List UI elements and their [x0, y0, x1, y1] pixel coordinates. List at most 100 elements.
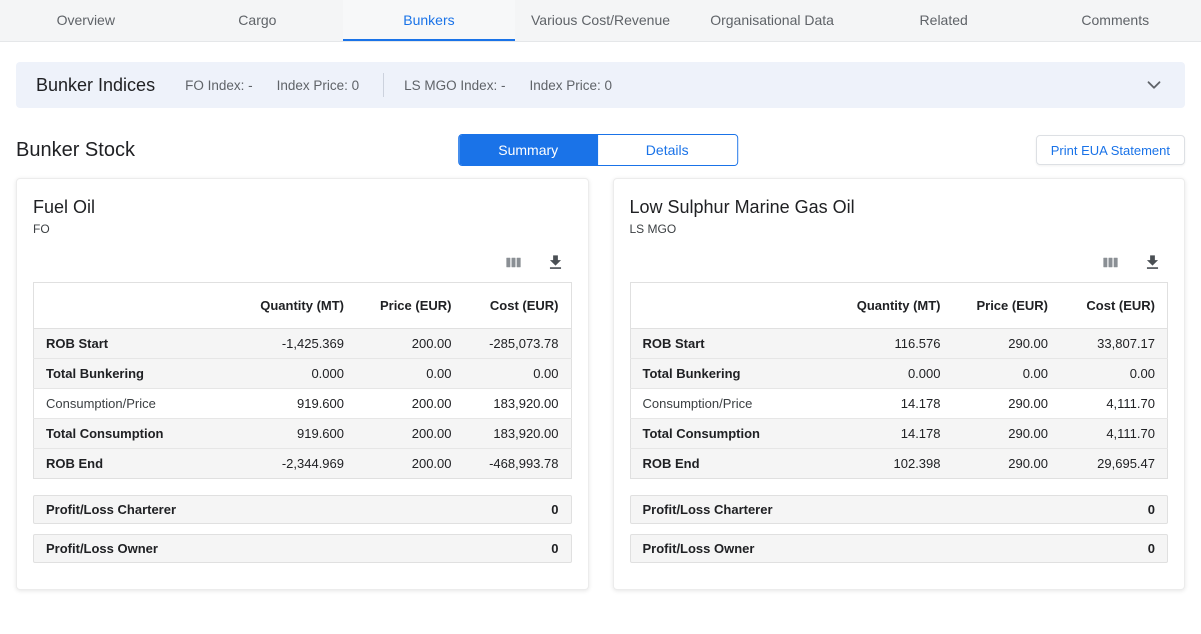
row-quantity: 102.398	[802, 449, 953, 479]
profit-loss-label: Profit/Loss Owner	[643, 541, 755, 556]
profit-loss-value: 0	[1148, 502, 1155, 517]
bunker-indices-panel: Bunker Indices FO Index: - Index Price: …	[16, 62, 1185, 108]
tab-organisational-data[interactable]: Organisational Data	[686, 0, 858, 41]
row-label: Consumption/Price	[34, 389, 206, 419]
ls-mgo-index-label: LS MGO Index: -	[404, 78, 505, 93]
row-label: Consumption/Price	[630, 389, 802, 419]
tab-overview[interactable]: Overview	[0, 0, 172, 41]
table-header-row: Quantity (MT) Price (EUR) Cost (EUR)	[630, 283, 1168, 329]
table-row-rob-start: ROB Start -1,425.369 200.00 -285,073.78	[34, 329, 572, 359]
table-row-consumption-price: Consumption/Price 14.178 290.00 4,111.70	[630, 389, 1168, 419]
bunker-summary-table: Quantity (MT) Price (EUR) Cost (EUR) ROB…	[630, 282, 1169, 479]
table-row-rob-end: ROB End 102.398 290.00 29,695.47	[630, 449, 1168, 479]
profit-loss-label: Profit/Loss Charterer	[643, 502, 773, 517]
fo-index-label: FO Index: -	[185, 78, 253, 93]
row-price: 200.00	[356, 329, 464, 359]
column-header-price: Price (EUR)	[356, 283, 464, 329]
row-label: ROB End	[34, 449, 206, 479]
row-quantity: -2,344.969	[206, 449, 357, 479]
row-price: 290.00	[953, 389, 1061, 419]
download-icon[interactable]	[1142, 252, 1162, 272]
row-price: 200.00	[356, 419, 464, 449]
row-cost: 183,920.00	[464, 389, 572, 419]
profit-loss-owner-row: Profit/Loss Owner 0	[630, 534, 1169, 563]
table-row-consumption-price: Consumption/Price 919.600 200.00 183,920…	[34, 389, 572, 419]
card-title: Low Sulphur Marine Gas Oil	[630, 197, 1169, 218]
tab-various-cost-revenue[interactable]: Various Cost/Revenue	[515, 0, 687, 41]
details-toggle-button[interactable]: Details	[598, 135, 737, 165]
row-label: ROB End	[630, 449, 802, 479]
card-toolbar	[39, 252, 566, 272]
profit-loss-value: 0	[551, 541, 558, 556]
row-quantity: 0.000	[802, 359, 953, 389]
bunker-stock-header: Bunker Stock Summary Details Print EUA S…	[16, 134, 1185, 166]
profit-loss-value: 0	[551, 502, 558, 517]
fo-index-price-label: Index Price: 0	[277, 78, 360, 93]
row-label: Total Bunkering	[34, 359, 206, 389]
row-price: 0.00	[356, 359, 464, 389]
column-header-empty	[34, 283, 206, 329]
column-header-price: Price (EUR)	[953, 283, 1061, 329]
column-header-quantity: Quantity (MT)	[802, 283, 953, 329]
row-label: Total Consumption	[34, 419, 206, 449]
row-cost: 183,920.00	[464, 419, 572, 449]
row-cost: 29,695.47	[1060, 449, 1168, 479]
row-quantity: 0.000	[206, 359, 357, 389]
column-header-cost: Cost (EUR)	[1060, 283, 1168, 329]
row-cost: 0.00	[464, 359, 572, 389]
row-quantity: -1,425.369	[206, 329, 357, 359]
row-cost: -468,993.78	[464, 449, 572, 479]
profit-loss-charterer-row: Profit/Loss Charterer 0	[33, 495, 572, 524]
table-row-rob-end: ROB End -2,344.969 200.00 -468,993.78	[34, 449, 572, 479]
bunker-summary-table: Quantity (MT) Price (EUR) Cost (EUR) ROB…	[33, 282, 572, 479]
row-price: 200.00	[356, 449, 464, 479]
column-header-empty	[630, 283, 802, 329]
table-row-rob-start: ROB Start 116.576 290.00 33,807.17	[630, 329, 1168, 359]
row-cost: -285,073.78	[464, 329, 572, 359]
row-quantity: 919.600	[206, 419, 357, 449]
fuel-oil-card: Fuel Oil FO Quantity (MT) Price (EUR) Co…	[16, 178, 589, 590]
tab-related[interactable]: Related	[858, 0, 1030, 41]
row-cost: 4,111.70	[1060, 389, 1168, 419]
view-columns-icon[interactable]	[1100, 252, 1120, 272]
row-quantity: 919.600	[206, 389, 357, 419]
profit-loss-charterer-row: Profit/Loss Charterer 0	[630, 495, 1169, 524]
card-title: Fuel Oil	[33, 197, 572, 218]
chevron-down-icon[interactable]	[1143, 74, 1165, 96]
row-cost: 33,807.17	[1060, 329, 1168, 359]
profit-loss-owner-row: Profit/Loss Owner 0	[33, 534, 572, 563]
row-price: 290.00	[953, 329, 1061, 359]
tab-cargo[interactable]: Cargo	[172, 0, 344, 41]
view-columns-icon[interactable]	[504, 252, 524, 272]
tab-comments[interactable]: Comments	[1029, 0, 1201, 41]
bunker-indices-title: Bunker Indices	[36, 75, 155, 96]
row-quantity: 116.576	[802, 329, 953, 359]
card-subtitle: LS MGO	[630, 222, 1169, 236]
bunker-cards: Fuel Oil FO Quantity (MT) Price (EUR) Co…	[16, 178, 1185, 590]
tab-bar: Overview Cargo Bunkers Various Cost/Reve…	[0, 0, 1201, 42]
row-price: 0.00	[953, 359, 1061, 389]
download-icon[interactable]	[546, 252, 566, 272]
table-row-total-consumption: Total Consumption 919.600 200.00 183,920…	[34, 419, 572, 449]
row-cost: 4,111.70	[1060, 419, 1168, 449]
row-label: Total Bunkering	[630, 359, 802, 389]
table-row-total-consumption: Total Consumption 14.178 290.00 4,111.70	[630, 419, 1168, 449]
table-header-row: Quantity (MT) Price (EUR) Cost (EUR)	[34, 283, 572, 329]
summary-toggle-button[interactable]: Summary	[459, 135, 598, 165]
tab-bunkers[interactable]: Bunkers	[343, 0, 515, 41]
row-price: 290.00	[953, 449, 1061, 479]
row-label: ROB Start	[34, 329, 206, 359]
card-subtitle: FO	[33, 222, 572, 236]
row-price: 200.00	[356, 389, 464, 419]
view-toggle: Summary Details	[458, 134, 738, 166]
print-eua-statement-button[interactable]: Print EUA Statement	[1036, 135, 1185, 165]
table-row-total-bunkering: Total Bunkering 0.000 0.00 0.00	[630, 359, 1168, 389]
profit-loss-value: 0	[1148, 541, 1155, 556]
row-quantity: 14.178	[802, 389, 953, 419]
row-price: 290.00	[953, 419, 1061, 449]
card-toolbar	[636, 252, 1163, 272]
row-label: Total Consumption	[630, 419, 802, 449]
row-label: ROB Start	[630, 329, 802, 359]
row-quantity: 14.178	[802, 419, 953, 449]
profit-loss-label: Profit/Loss Charterer	[46, 502, 176, 517]
